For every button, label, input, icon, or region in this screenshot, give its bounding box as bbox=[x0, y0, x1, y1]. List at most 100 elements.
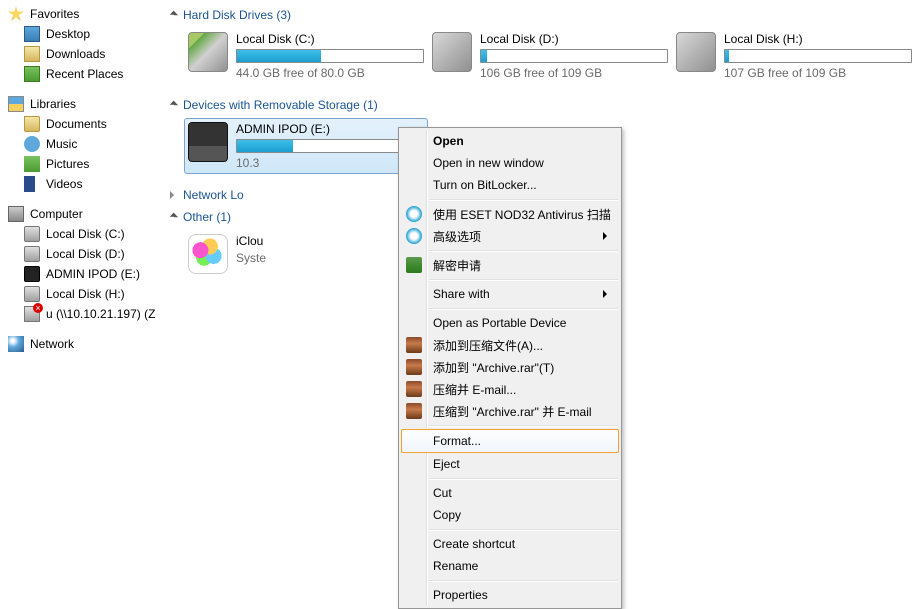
winrar-icon bbox=[406, 359, 422, 375]
context-item-bitlocker[interactable]: Turn on BitLocker... bbox=[401, 174, 619, 196]
capacity-fill bbox=[481, 50, 487, 62]
section-title: Devices with Removable Storage (1) bbox=[183, 98, 378, 112]
menu-label: Turn on BitLocker... bbox=[433, 178, 537, 192]
section-removable-header[interactable]: Devices with Removable Storage (1) bbox=[160, 94, 922, 116]
context-item-rename[interactable]: Rename bbox=[401, 555, 619, 577]
menu-separator bbox=[429, 478, 618, 479]
folder-icon bbox=[24, 116, 40, 132]
sidebar-item-disk-d[interactable]: Local Disk (D:) bbox=[0, 244, 156, 264]
context-item-open-new-window[interactable]: Open in new window bbox=[401, 152, 619, 174]
sidebar-item-disk-h[interactable]: Local Disk (H:) bbox=[0, 284, 156, 304]
context-item-eset-scan[interactable]: 使用 ESET NOD32 Antivirus 扫描 bbox=[401, 203, 619, 225]
libraries-group: Libraries Documents Music Pictures Video… bbox=[0, 94, 156, 194]
drive-free-text: 44.0 GB free of 80.0 GB bbox=[236, 66, 424, 80]
drive-h[interactable]: Local Disk (H:) 107 GB free of 109 GB bbox=[672, 28, 916, 84]
context-item-rar-add[interactable]: 添加到压缩文件(A)... bbox=[401, 334, 619, 356]
menu-separator bbox=[429, 529, 618, 530]
disk-icon bbox=[24, 226, 40, 242]
computer-header[interactable]: Computer bbox=[0, 204, 156, 224]
drive-info: Local Disk (H:) 107 GB free of 109 GB bbox=[724, 32, 912, 80]
drive-free-text: 107 GB free of 109 GB bbox=[724, 66, 912, 80]
libraries-label: Libraries bbox=[30, 97, 76, 111]
context-item-decrypt[interactable]: 解密申请 bbox=[401, 254, 619, 276]
section-title: Other (1) bbox=[183, 210, 231, 224]
capacity-fill bbox=[237, 140, 293, 152]
sidebar-item-label: Local Disk (C:) bbox=[46, 227, 125, 241]
sidebar-item-recent[interactable]: Recent Places bbox=[0, 64, 156, 84]
capacity-bar bbox=[236, 49, 424, 63]
context-item-format[interactable]: Format... bbox=[401, 429, 619, 453]
sidebar-item-documents[interactable]: Documents bbox=[0, 114, 156, 134]
computer-icon bbox=[8, 206, 24, 222]
section-title: Hard Disk Drives (3) bbox=[183, 8, 291, 22]
drive-name: ADMIN IPOD (E:) bbox=[236, 122, 424, 136]
sidebar-item-music[interactable]: Music bbox=[0, 134, 156, 154]
libraries-header[interactable]: Libraries bbox=[0, 94, 156, 114]
sidebar-item-pictures[interactable]: Pictures bbox=[0, 154, 156, 174]
music-icon bbox=[24, 136, 40, 152]
sidebar-item-ipod[interactable]: ADMIN IPOD (E:) bbox=[0, 264, 156, 284]
winrar-icon bbox=[406, 403, 422, 419]
drive-d[interactable]: Local Disk (D:) 106 GB free of 109 GB bbox=[428, 28, 672, 84]
drive-name: Local Disk (H:) bbox=[724, 32, 912, 46]
context-item-share-with[interactable]: Share with bbox=[401, 283, 619, 305]
menu-separator bbox=[429, 279, 618, 280]
icloud-photos-icon bbox=[188, 234, 228, 274]
context-item-advanced-options[interactable]: 高级选项 bbox=[401, 225, 619, 247]
drive-info: Local Disk (C:) 44.0 GB free of 80.0 GB bbox=[236, 32, 424, 80]
collapse-arrow-icon bbox=[168, 11, 177, 20]
drive-free-text: 106 GB free of 109 GB bbox=[480, 66, 668, 80]
capacity-fill bbox=[725, 50, 729, 62]
menu-separator bbox=[429, 425, 618, 426]
item-subtitle: Syste bbox=[236, 251, 424, 265]
context-item-copy[interactable]: Copy bbox=[401, 504, 619, 526]
winrar-icon bbox=[406, 337, 422, 353]
sidebar-item-videos[interactable]: Videos bbox=[0, 174, 156, 194]
context-item-open[interactable]: Open bbox=[401, 130, 619, 152]
context-item-cut[interactable]: Cut bbox=[401, 482, 619, 504]
context-item-create-shortcut[interactable]: Create shortcut bbox=[401, 533, 619, 555]
favorites-label: Favorites bbox=[30, 7, 79, 21]
menu-label: Copy bbox=[433, 508, 461, 522]
menu-label: Open as Portable Device bbox=[433, 316, 566, 330]
favorites-header[interactable]: Favorites bbox=[0, 4, 156, 24]
menu-label: Open bbox=[433, 134, 464, 148]
menu-label: Share with bbox=[433, 287, 490, 301]
menu-separator bbox=[429, 199, 618, 200]
drive-info: ADMIN IPOD (E:) 10.3 bbox=[236, 122, 424, 170]
menu-label: 压缩到 "Archive.rar" 并 E-mail bbox=[433, 403, 592, 420]
drive-name: Local Disk (C:) bbox=[236, 32, 424, 46]
ipod-device-icon bbox=[188, 122, 228, 162]
capacity-bar bbox=[236, 139, 424, 153]
sidebar-item-label: Videos bbox=[46, 177, 82, 191]
sidebar-item-label: Music bbox=[46, 137, 77, 151]
submenu-arrow-icon bbox=[603, 290, 611, 298]
menu-label: 使用 ESET NOD32 Antivirus 扫描 bbox=[433, 206, 611, 223]
menu-label: 高级选项 bbox=[433, 228, 481, 245]
eset-icon bbox=[406, 206, 422, 222]
sidebar-item-disk-c[interactable]: Local Disk (C:) bbox=[0, 224, 156, 244]
sidebar-item-desktop[interactable]: Desktop bbox=[0, 24, 156, 44]
hard-drive-icon bbox=[432, 32, 472, 72]
menu-label: Cut bbox=[433, 486, 452, 500]
context-item-rar-email[interactable]: 压缩并 E-mail... bbox=[401, 378, 619, 400]
section-hdd-header[interactable]: Hard Disk Drives (3) bbox=[160, 4, 922, 26]
context-item-properties[interactable]: Properties bbox=[401, 584, 619, 606]
desktop-icon bbox=[24, 26, 40, 42]
context-item-portable-device[interactable]: Open as Portable Device bbox=[401, 312, 619, 334]
context-item-rar-archive-email[interactable]: 压缩到 "Archive.rar" 并 E-mail bbox=[401, 400, 619, 422]
sidebar-item-label: u (\\10.10.21.197) (Z bbox=[46, 307, 155, 321]
star-icon bbox=[8, 6, 24, 22]
menu-separator bbox=[429, 580, 618, 581]
network-header[interactable]: Network bbox=[0, 334, 156, 354]
drive-c[interactable]: Local Disk (C:) 44.0 GB free of 80.0 GB bbox=[184, 28, 428, 84]
context-item-rar-add-to[interactable]: 添加到 "Archive.rar"(T) bbox=[401, 356, 619, 378]
drive-ipod[interactable]: ADMIN IPOD (E:) 10.3 bbox=[184, 118, 428, 174]
other-item-icloud[interactable]: iClou Syste bbox=[184, 230, 428, 278]
context-item-eject[interactable]: Eject bbox=[401, 453, 619, 475]
capacity-bar bbox=[480, 49, 668, 63]
sidebar-item-network-drive[interactable]: u (\\10.10.21.197) (Z bbox=[0, 304, 156, 324]
sidebar-item-downloads[interactable]: Downloads bbox=[0, 44, 156, 64]
menu-label: Create shortcut bbox=[433, 537, 515, 551]
sidebar-item-label: Local Disk (D:) bbox=[46, 247, 125, 261]
